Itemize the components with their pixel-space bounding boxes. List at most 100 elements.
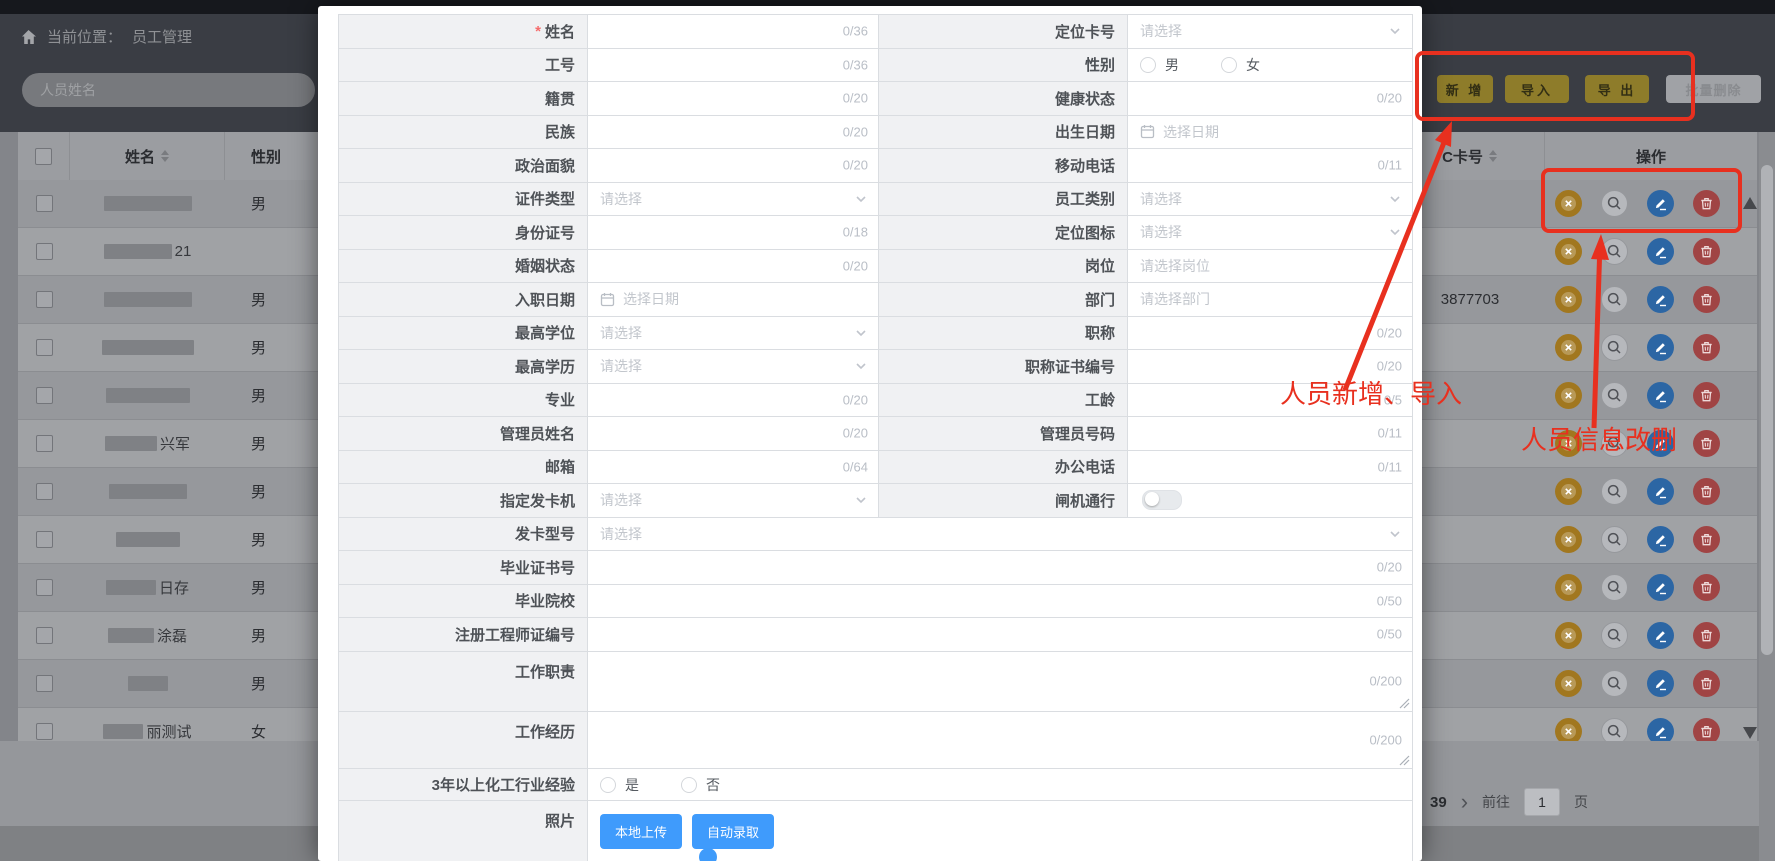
view-button[interactable] [1601, 478, 1628, 505]
radio-button[interactable] [1221, 57, 1237, 73]
delete-button[interactable] [1693, 622, 1720, 649]
scroll-down-icon[interactable] [1743, 727, 1757, 739]
edit-button[interactable] [1647, 238, 1674, 265]
form-field[interactable]: 请选择 [1128, 15, 1413, 49]
view-button[interactable] [1601, 526, 1628, 553]
delete-button[interactable] [1693, 430, 1720, 457]
card-issue-button[interactable] [1555, 574, 1582, 601]
form-field[interactable]: 请选择 [588, 317, 879, 351]
view-button[interactable] [1601, 430, 1628, 457]
card-issue-button[interactable] [1555, 430, 1582, 457]
form-field[interactable]: 请选择部门 [1128, 283, 1413, 317]
delete-button[interactable] [1693, 382, 1720, 409]
form-field[interactable]: 0/50 [588, 618, 1413, 652]
card-issue-button[interactable] [1555, 478, 1582, 505]
card-issue-button[interactable] [1555, 670, 1582, 697]
edit-button[interactable] [1647, 382, 1674, 409]
row-checkbox[interactable] [36, 675, 53, 692]
form-field[interactable]: 0/20 [588, 551, 1413, 585]
form-field[interactable]: 请选择 [1128, 216, 1413, 250]
delete-button[interactable] [1693, 574, 1720, 601]
delete-button[interactable] [1693, 670, 1720, 697]
form-field[interactable]: 0/20 [588, 384, 879, 418]
delete-button[interactable] [1693, 334, 1720, 361]
edit-button[interactable] [1647, 622, 1674, 649]
card-issue-button[interactable] [1555, 718, 1582, 741]
row-checkbox[interactable] [36, 723, 53, 740]
scroll-up-icon[interactable] [1743, 197, 1757, 209]
delete-button[interactable] [1693, 238, 1720, 265]
form-field[interactable]: 选择日期 [588, 283, 879, 317]
card-issue-button[interactable] [1555, 382, 1582, 409]
card-issue-button[interactable] [1555, 622, 1582, 649]
batch-delete-button[interactable]: 批量删除 [1666, 75, 1761, 103]
form-field[interactable]: 0/200 [588, 652, 1413, 713]
form-field[interactable]: 请选择 [588, 350, 879, 384]
view-button[interactable] [1601, 670, 1628, 697]
sort-icon[interactable] [1489, 146, 1497, 166]
form-field[interactable]: 选择日期 [1128, 116, 1413, 150]
card-issue-button[interactable] [1555, 526, 1582, 553]
form-field[interactable]: 0/5 [1128, 384, 1413, 418]
add-button[interactable]: 新 增 [1437, 75, 1493, 103]
edit-button[interactable] [1647, 526, 1674, 553]
form-field[interactable] [1128, 484, 1413, 518]
scrollbar-thumb[interactable] [1761, 165, 1773, 655]
view-button[interactable] [1601, 574, 1628, 601]
form-field[interactable]: 0/20 [588, 250, 879, 284]
card-issue-button[interactable] [1555, 334, 1582, 361]
search-input[interactable] [22, 73, 315, 107]
row-checkbox[interactable] [36, 531, 53, 548]
view-button[interactable] [1601, 286, 1628, 313]
row-checkbox[interactable] [36, 483, 53, 500]
form-field[interactable]: 0/20 [588, 417, 879, 451]
view-button[interactable] [1601, 382, 1628, 409]
form-field[interactable]: 0/36 [588, 49, 879, 83]
form-field[interactable]: 是否 [588, 769, 1413, 801]
form-field[interactable]: 请选择 [1128, 183, 1413, 217]
toggle-switch[interactable] [1142, 490, 1182, 510]
form-field[interactable]: 请选择 [588, 484, 879, 518]
radio-button[interactable] [600, 777, 616, 793]
row-checkbox[interactable] [36, 387, 53, 404]
import-button[interactable]: 导入 [1505, 75, 1569, 103]
row-checkbox[interactable] [36, 579, 53, 596]
radio-button[interactable] [681, 777, 697, 793]
card-issue-button[interactable] [1555, 286, 1582, 313]
row-checkbox[interactable] [36, 435, 53, 452]
edit-button[interactable] [1647, 430, 1674, 457]
next-page-button[interactable]: › [1461, 792, 1468, 812]
row-checkbox[interactable] [36, 195, 53, 212]
photo-capture-button[interactable]: 自动录取 [692, 814, 774, 849]
page-number-39[interactable]: 39 [1430, 794, 1447, 811]
form-field[interactable]: 男女 [1128, 49, 1413, 83]
form-field[interactable]: 0/11 [1128, 417, 1413, 451]
form-field[interactable]: 0/20 [1128, 350, 1413, 384]
edit-button[interactable] [1647, 574, 1674, 601]
goto-page-input[interactable] [1524, 788, 1560, 816]
form-field[interactable]: 0/64 [588, 451, 879, 485]
form-field[interactable]: 0/20 [588, 116, 879, 150]
select-all-checkbox[interactable] [35, 148, 52, 165]
form-field[interactable]: 0/11 [1128, 149, 1413, 183]
row-checkbox[interactable] [36, 243, 53, 260]
delete-button[interactable] [1693, 718, 1720, 741]
delete-button[interactable] [1693, 526, 1720, 553]
form-field[interactable]: 0/20 [588, 149, 879, 183]
row-checkbox[interactable] [36, 627, 53, 644]
form-field[interactable]: 0/11 [1128, 451, 1413, 485]
view-button[interactable] [1601, 238, 1628, 265]
view-button[interactable] [1601, 190, 1628, 217]
photo-upload-button[interactable]: 本地上传 [600, 814, 682, 849]
edit-button[interactable] [1647, 718, 1674, 741]
form-field[interactable]: 0/20 [588, 82, 879, 116]
form-field[interactable]: 0/200 [588, 712, 1413, 769]
delete-button[interactable] [1693, 478, 1720, 505]
form-field[interactable]: 0/20 [1128, 317, 1413, 351]
sort-icon[interactable] [161, 146, 169, 166]
header-name[interactable]: 姓名 [70, 132, 225, 180]
delete-button[interactable] [1693, 190, 1720, 217]
edit-button[interactable] [1647, 478, 1674, 505]
card-issue-button[interactable] [1555, 190, 1582, 217]
form-field[interactable]: 0/36 [588, 15, 879, 49]
